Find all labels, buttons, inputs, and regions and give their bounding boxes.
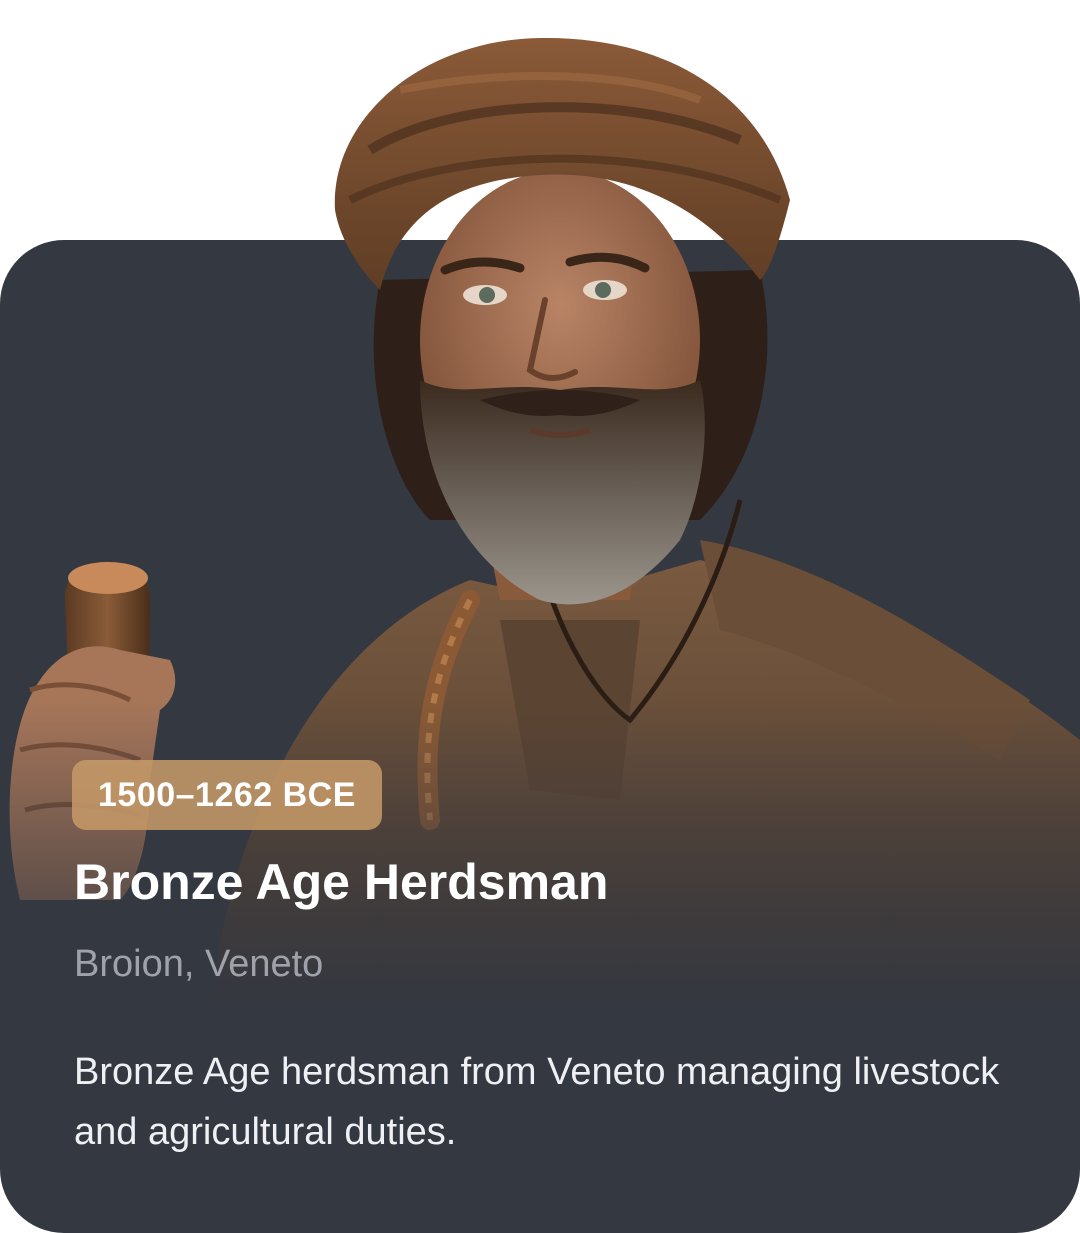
period-badge: 1500–1262 BCE xyxy=(72,760,382,830)
period-badge-label: 1500–1262 BCE xyxy=(98,775,356,814)
character-location: Broion, Veneto xyxy=(74,943,324,985)
character-description: Bronze Age herdsman from Veneto managing… xyxy=(74,1051,1000,1153)
character-title: Bronze Age Herdsman xyxy=(74,854,609,910)
character-card-screen: 1500–1262 BCE Bronze Age Herdsman Broion… xyxy=(0,0,1080,1233)
